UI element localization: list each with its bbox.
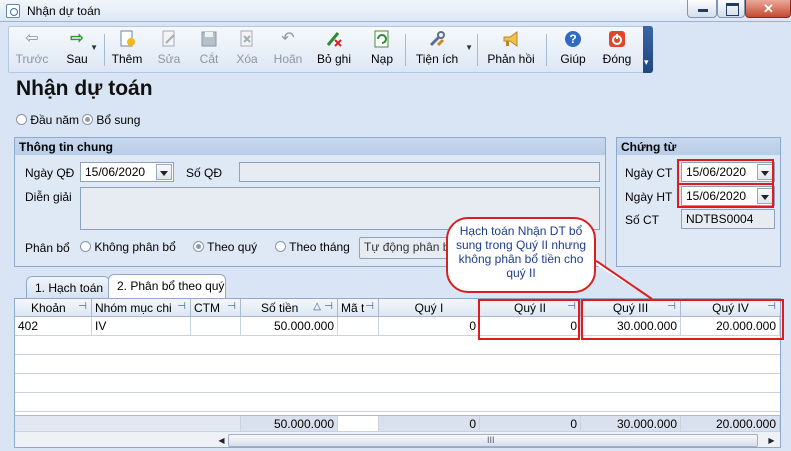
main-window: Nhận dự toán ⇦ Trước ⇨ Sau ▼ Thêm Sửa Cắ… [0, 0, 791, 451]
annotation-callout: Hạch toán Nhận DT bổ sung trong Quý II n… [446, 217, 596, 293]
callout-pointer [574, 251, 653, 300]
